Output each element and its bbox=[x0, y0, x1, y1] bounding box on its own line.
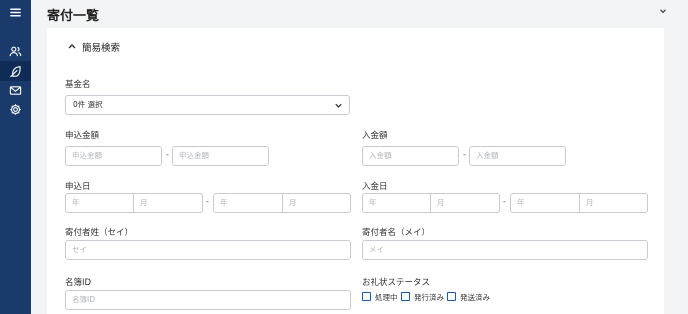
status-shipped-checkbox[interactable] bbox=[447, 292, 456, 301]
range-separator: - bbox=[166, 150, 169, 159]
fund-name-select[interactable]: 0件 選択 bbox=[65, 95, 350, 115]
users-icon[interactable] bbox=[8, 44, 23, 59]
deposit-amount-label: 入金額 bbox=[362, 131, 388, 141]
last-name-kana-input[interactable]: セイ bbox=[65, 240, 351, 260]
month-placeholder: 月 bbox=[140, 198, 148, 207]
deposit-date-label: 入金日 bbox=[362, 182, 388, 192]
range-separator: - bbox=[503, 197, 506, 206]
first-name-kana-label: 寄付者名（メイ） bbox=[362, 228, 431, 238]
chevron-down-icon bbox=[335, 103, 342, 108]
month-placeholder: 月 bbox=[289, 198, 297, 207]
apply-date-label: 申込日 bbox=[65, 182, 91, 192]
page-title: 寄付一覧 bbox=[47, 9, 100, 24]
deposit-amount-to-input[interactable]: 入金額 bbox=[469, 146, 566, 166]
apply-date-to-month-input[interactable]: 月 bbox=[282, 193, 351, 213]
apply-amount-label: 申込金額 bbox=[65, 131, 100, 141]
year-placeholder: 年 bbox=[517, 198, 525, 207]
apply-amount-to-input[interactable]: 申込金額 bbox=[172, 146, 269, 166]
register-id-input[interactable]: 名簿ID bbox=[65, 290, 351, 310]
status-issued-label[interactable]: 発行済み bbox=[414, 292, 444, 303]
fund-name-label: 基金名 bbox=[65, 80, 91, 90]
menu-icon[interactable] bbox=[8, 5, 23, 20]
month-placeholder: 月 bbox=[586, 198, 594, 207]
mail-icon[interactable] bbox=[8, 83, 23, 98]
status-processing-label[interactable]: 処理中 bbox=[375, 292, 398, 303]
year-placeholder: 年 bbox=[369, 198, 377, 207]
status-processing-checkbox[interactable] bbox=[362, 292, 371, 301]
deposit-date-to-month-input[interactable]: 月 bbox=[579, 193, 648, 213]
year-placeholder: 年 bbox=[220, 198, 228, 207]
year-placeholder: 年 bbox=[72, 198, 80, 207]
range-separator: - bbox=[463, 150, 466, 159]
deposit-amount-from-input[interactable]: 入金額 bbox=[362, 146, 459, 166]
status-issued-checkbox[interactable] bbox=[401, 292, 410, 301]
fund-name-value: 0件 選択 bbox=[73, 100, 103, 109]
feather-icon[interactable] bbox=[8, 64, 23, 79]
first-name-kana-input[interactable]: メイ bbox=[362, 240, 648, 260]
register-id-label: 名簿ID bbox=[65, 278, 92, 288]
last-name-kana-label: 寄付者姓（セイ） bbox=[65, 228, 134, 238]
thanks-status-label: お礼状ステータス bbox=[362, 278, 431, 288]
month-placeholder: 月 bbox=[437, 198, 445, 207]
sidebar bbox=[0, 0, 31, 314]
status-shipped-label[interactable]: 発送済み bbox=[460, 292, 490, 303]
apply-amount-from-input[interactable]: 申込金額 bbox=[65, 146, 162, 166]
apply-date-from-month-input[interactable]: 月 bbox=[133, 193, 203, 213]
search-panel: 簡易検索 基金名 0件 選択 申込金額 申込金額 - 申込金額 入金額 入金額 … bbox=[47, 28, 664, 314]
range-separator: - bbox=[206, 197, 209, 206]
page-header: 寄付一覧 bbox=[31, 0, 688, 28]
chevron-up-icon[interactable] bbox=[67, 42, 77, 50]
simple-search-toggle[interactable]: 簡易検索 bbox=[82, 40, 120, 54]
chevron-down-icon[interactable] bbox=[658, 6, 668, 16]
deposit-date-from-month-input[interactable]: 月 bbox=[430, 193, 500, 213]
gear-icon[interactable] bbox=[8, 102, 23, 117]
